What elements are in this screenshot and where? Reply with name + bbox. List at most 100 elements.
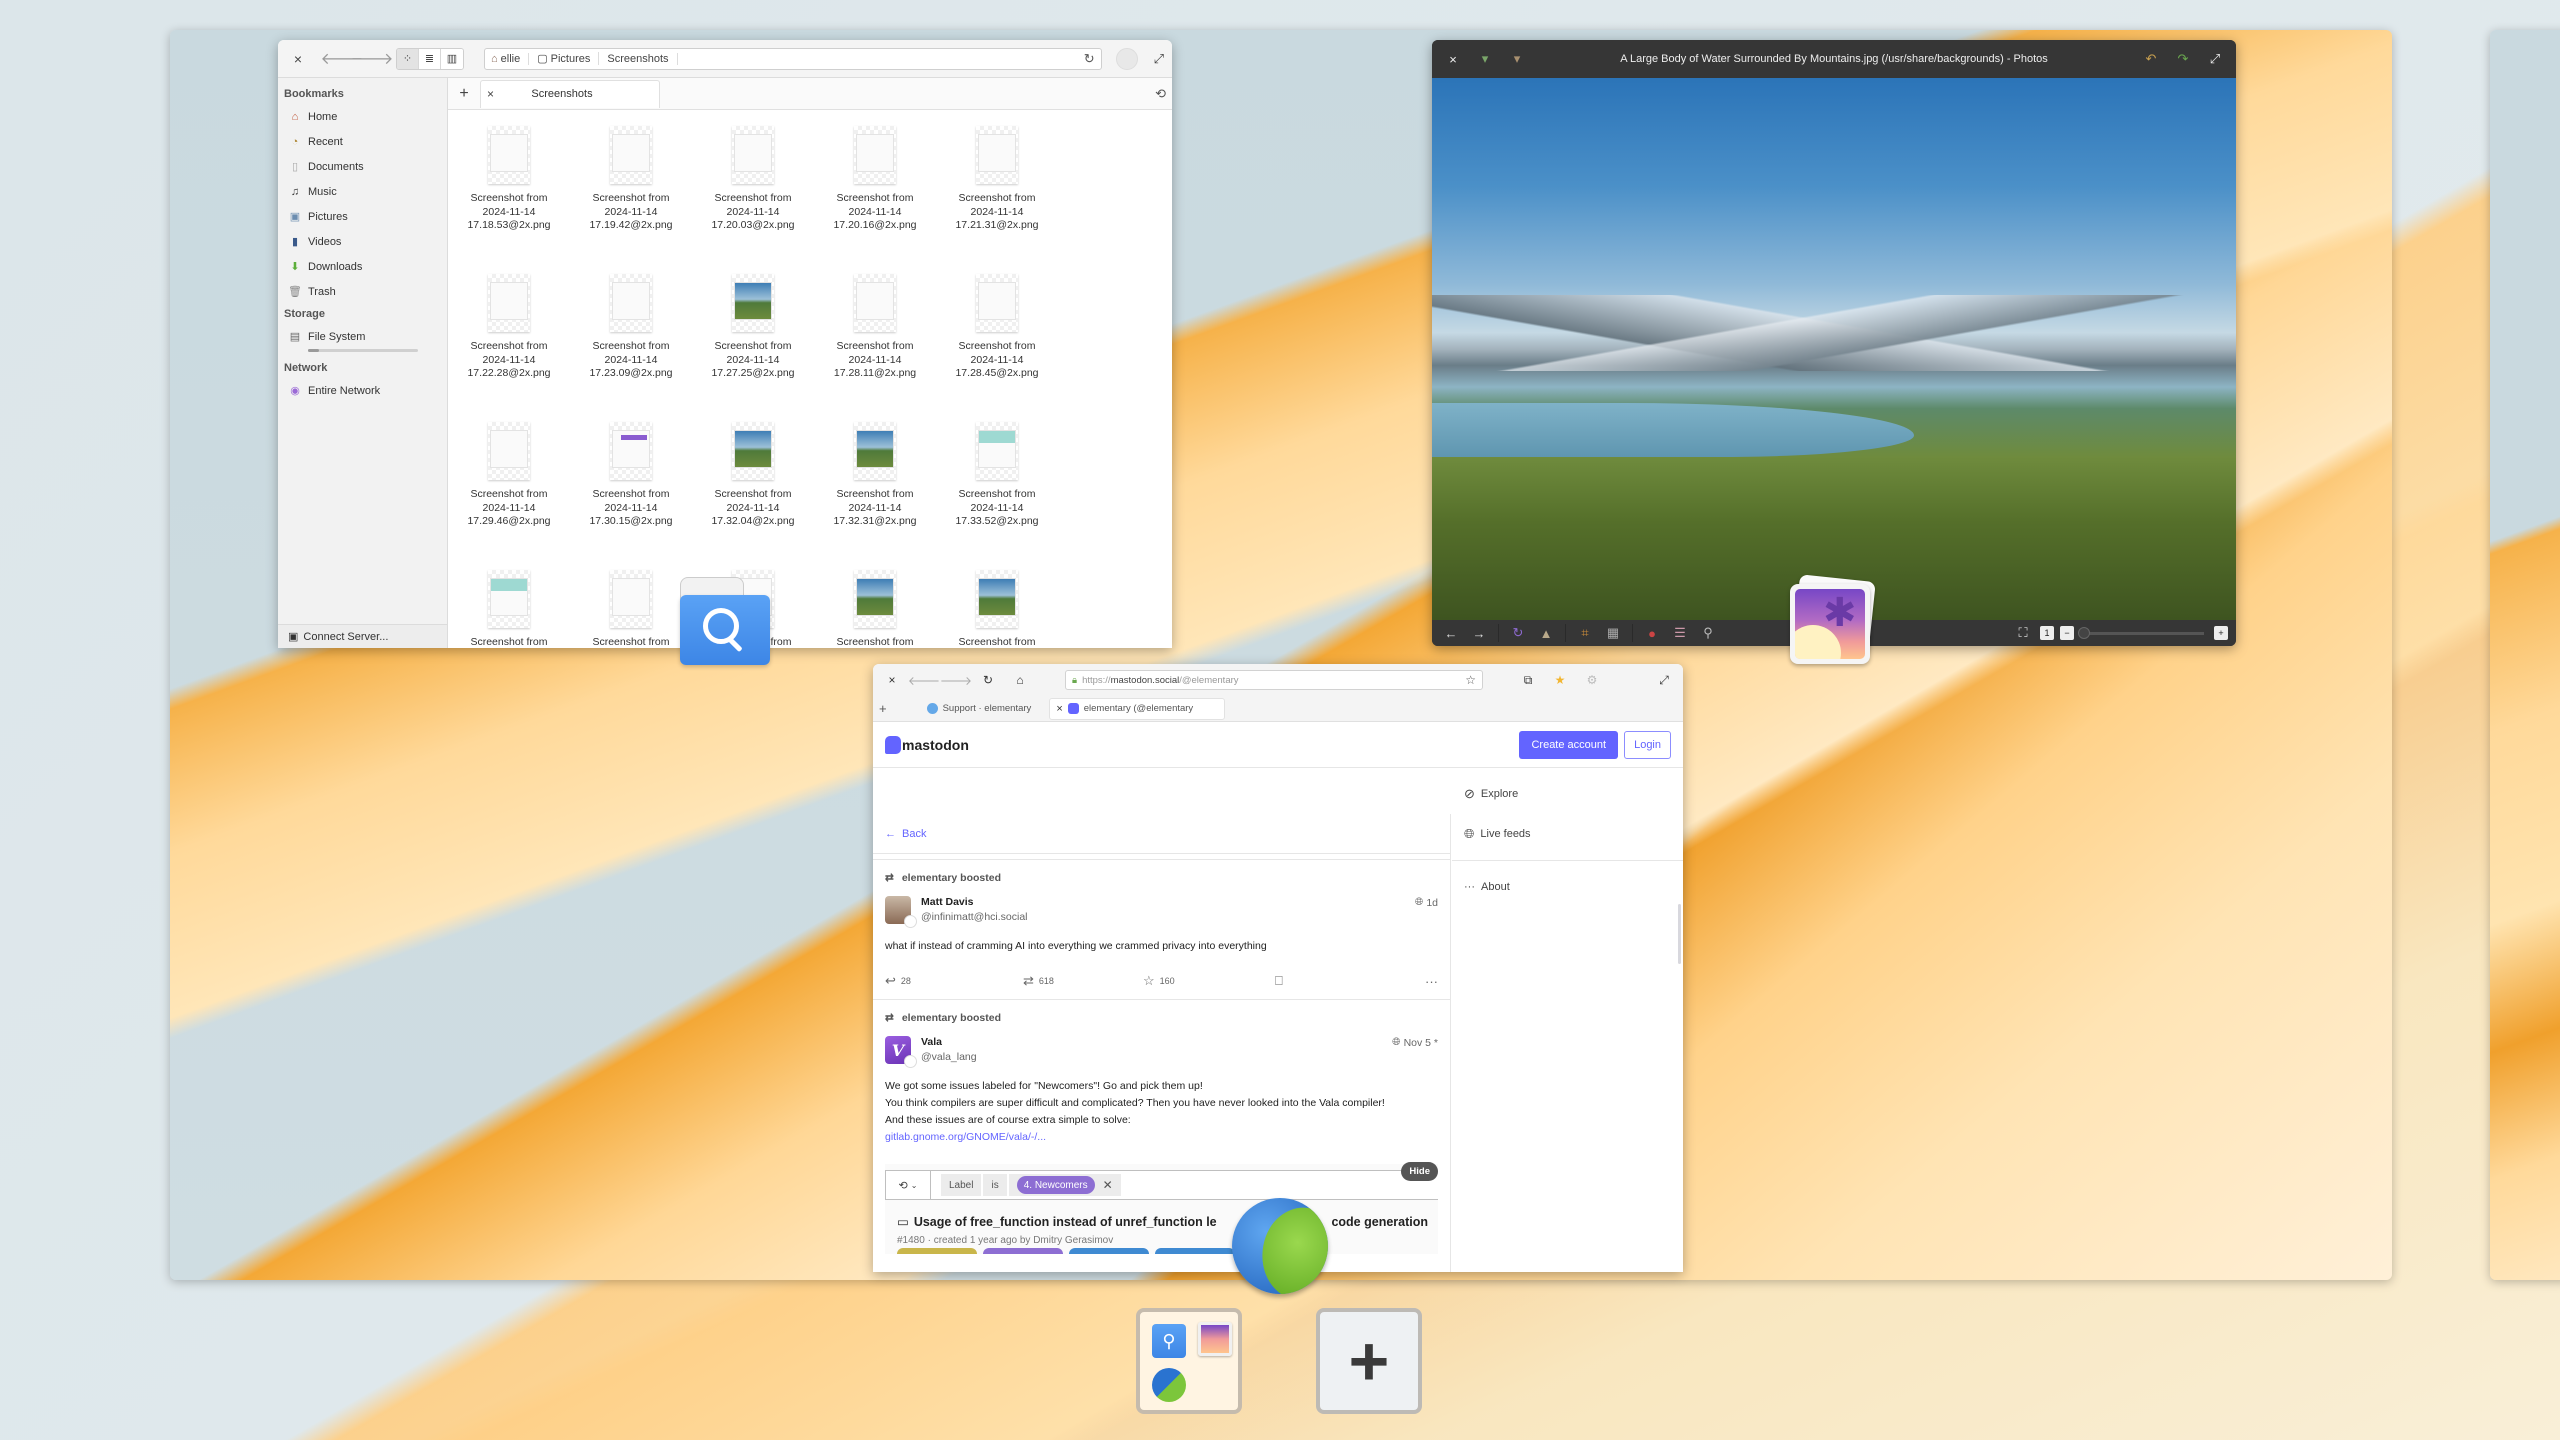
breadcrumb-pictures[interactable]: ▢ Pictures [537,52,600,65]
list-view-icon[interactable]: ≣ [419,48,441,69]
sidebar-item-home[interactable]: ⌂ Home [278,104,447,129]
issue-filter-bar[interactable]: ⟲ ⌄ Label is 4. Newcomers ✕ [885,1170,1438,1200]
remove-filter-icon[interactable]: ✕ [1103,1178,1113,1192]
settings-gear-icon[interactable]: ⚙ [1581,669,1603,691]
tab-support-elementary[interactable]: Support · elementary [921,698,1038,720]
file-item[interactable]: Screenshot from [448,566,570,648]
path-bar[interactable]: ⌂ ellie ▢ Pictures Screenshots ↻ [484,47,1102,70]
file-item[interactable]: Screenshot from 2024-11-14 17.20.03@2x.png [692,122,814,270]
web-browser-app-icon[interactable] [1232,1198,1328,1294]
photos-app-icon[interactable]: ✱ [1790,574,1876,664]
forward-arrow-icon[interactable]: 🡒 [351,47,394,71]
avatar[interactable] [885,896,917,928]
web-browser-window[interactable]: × 🡐 🡒 ↻ ⌂ 🔒︎ https://mastodon.social/@el… [873,664,1683,1272]
page-scrollbar[interactable] [1678,904,1681,964]
file-item[interactable]: Screenshot from 2024-11-14 17.29.46@2x.png [448,418,570,566]
forward-icon[interactable]: 🡒 [940,669,972,691]
rotate-icon[interactable]: ↻ [1507,622,1529,644]
close-window-button[interactable]: × [286,47,310,71]
close-window-button[interactable]: × [1442,48,1464,70]
sidebar-item-pictures[interactable]: ▣ Pictures [278,204,447,229]
more-options-button[interactable]: ··· [1425,974,1438,989]
create-account-button[interactable]: Create account [1519,730,1619,759]
close-window-button[interactable]: × [881,669,903,691]
file-item[interactable]: Screenshot from 2024-11-14 17.22.28@2x.png [448,270,570,418]
filter-history-dropdown[interactable]: ⟲ ⌄ [886,1171,931,1199]
link-preview-embed[interactable]: ⟲ ⌄ Label is 4. Newcomers ✕ Hide ▭ Usage … [885,1162,1438,1254]
file-item[interactable]: Screenshot from [814,566,936,648]
reply-button[interactable]: ↩ 28 [885,973,1023,989]
straighten-icon[interactable]: ▦ [1602,622,1624,644]
crop-icon[interactable]: ⌗ [1574,622,1596,644]
photos-window[interactable]: × ▾ ▾ A Large Body of Water Surrounded B… [1432,40,2236,646]
maximize-icon[interactable]: ⤢ [1653,669,1675,691]
close-tab-icon[interactable]: × [487,87,501,101]
adjust-icon[interactable]: ☰ [1669,622,1691,644]
file-item[interactable]: Screenshot from 2024-11-14 17.27.25@2x.png [692,270,814,418]
sidebar-item-downloads[interactable]: ⬇ Downloads [278,254,447,279]
file-item[interactable]: Screenshot from 2024-11-14 17.20.16@2x.png [814,122,936,270]
file-item[interactable]: Screenshot from 2024-11-14 17.33.52@2x.png [936,418,1058,566]
bookmark-button[interactable]: ⎕ [1275,973,1283,989]
breadcrumb-home[interactable]: ⌂ ellie [491,52,530,65]
new-tab-button[interactable]: + [454,85,474,103]
issue-title[interactable]: ▭ Usage of free_function instead of unre… [885,1214,1438,1230]
reload-icon[interactable]: ↻ [977,669,999,691]
file-item[interactable]: Screenshot from 2024-11-14 17.23.09@2x.png [570,270,692,418]
copy-icon[interactable]: ⧉ [1517,669,1539,691]
sidebar-item-videos[interactable]: ▮ Videos [278,229,447,254]
address-bar[interactable]: 🔒︎ https://mastodon.social/@elementary ☆ [1065,670,1483,690]
next-photo-icon[interactable]: → [1468,622,1490,644]
back-icon[interactable]: 🡐 [908,669,940,691]
home-icon[interactable]: ⌂ [1009,669,1031,691]
file-item[interactable]: Screenshot from [936,566,1058,648]
export-icon[interactable]: ▾ [1506,48,1528,70]
zoom-out-button[interactable]: − [2060,626,2074,640]
grid-view-icon[interactable]: ⁘ [397,48,419,69]
login-button[interactable]: Login [1624,730,1671,759]
files-window[interactable]: × 🡐 🡒 ⁘ ≣ ▥ ⌂ ellie ▢ Pictures Screensho… [278,40,1172,648]
post-link[interactable]: gitlab.gnome.org/GNOME/vala/-/... [885,1129,1438,1146]
avatar[interactable]: V [885,1036,917,1068]
post-author[interactable]: Matt Davis @infinimatt@hci.social [921,896,1028,923]
maximize-icon[interactable]: ⤢ [2204,48,2226,70]
workspace-1-thumbnail[interactable]: ⚲ [1136,1308,1242,1414]
file-item[interactable]: Screenshot from 2024-11-14 17.19.42@2x.png [570,122,692,270]
sidebar-item-documents[interactable]: ▯ Documents [278,154,447,179]
undo-icon[interactable]: ↶ [2140,48,2162,70]
next-workspace-preview[interactable] [2490,30,2560,1280]
nav-about[interactable]: ··· About [1452,867,1683,907]
redo-icon[interactable]: ↷ [2172,48,2194,70]
file-item[interactable]: Screenshot from 2024-11-14 17.28.11@2x.png [814,270,936,418]
hide-button[interactable]: Hide [1401,1162,1438,1181]
nav-explore[interactable]: ⊘ Explore [1452,774,1683,814]
mastodon-logo[interactable]: mastodon [885,735,969,754]
zoom-actual-size-button[interactable]: 1 [2040,626,2054,640]
post-timestamp[interactable]: 🌐︎ 1d [1415,896,1438,909]
maximize-icon[interactable]: ⤢ [1154,51,1164,67]
red-eye-icon[interactable]: ● [1641,622,1663,644]
import-icon[interactable]: ▾ [1474,48,1496,70]
closed-tabs-history-icon[interactable]: ⟲ [1155,86,1166,102]
sidebar-item-recent[interactable]: ◔ Recent [278,129,447,154]
post-timestamp[interactable]: 🌐︎ Nov 5 * [1392,1036,1438,1049]
post[interactable]: ⇄ elementary boosted Matt Davis @infinim… [873,860,1450,1000]
breadcrumb-screenshots[interactable]: Screenshots [607,52,678,65]
files-app-icon[interactable] [680,577,770,667]
sidebar-item-file-system[interactable]: ▤ File System [278,324,447,349]
back-link[interactable]: ← Back [873,814,1450,854]
file-item[interactable]: Screenshot from 2024-11-14 17.28.45@2x.png [936,270,1058,418]
zoom-in-button[interactable]: + [2214,626,2228,640]
favourite-button[interactable]: ☆ 160 [1143,973,1275,989]
fullscreen-icon[interactable]: ⛶ [2012,622,2034,644]
new-workspace-button[interactable]: + [1316,1308,1422,1414]
connect-server-button[interactable]: ▣ Connect Server... [278,624,447,648]
file-item[interactable]: Screenshot from 2024-11-14 17.32.04@2x.png [692,418,814,566]
file-item[interactable]: Screenshot from 2024-11-14 17.18.53@2x.png [448,122,570,270]
bookmarks-icon[interactable]: ★ [1549,669,1571,691]
zoom-slider[interactable] [2078,626,2204,639]
file-item[interactable]: Screenshot from [570,566,692,648]
sidebar-item-trash[interactable]: 🗑 Trash [278,279,447,304]
file-item[interactable]: Screenshot from 2024-11-14 17.30.15@2x.png [570,418,692,566]
post-author[interactable]: Vala @vala_lang [921,1036,977,1063]
